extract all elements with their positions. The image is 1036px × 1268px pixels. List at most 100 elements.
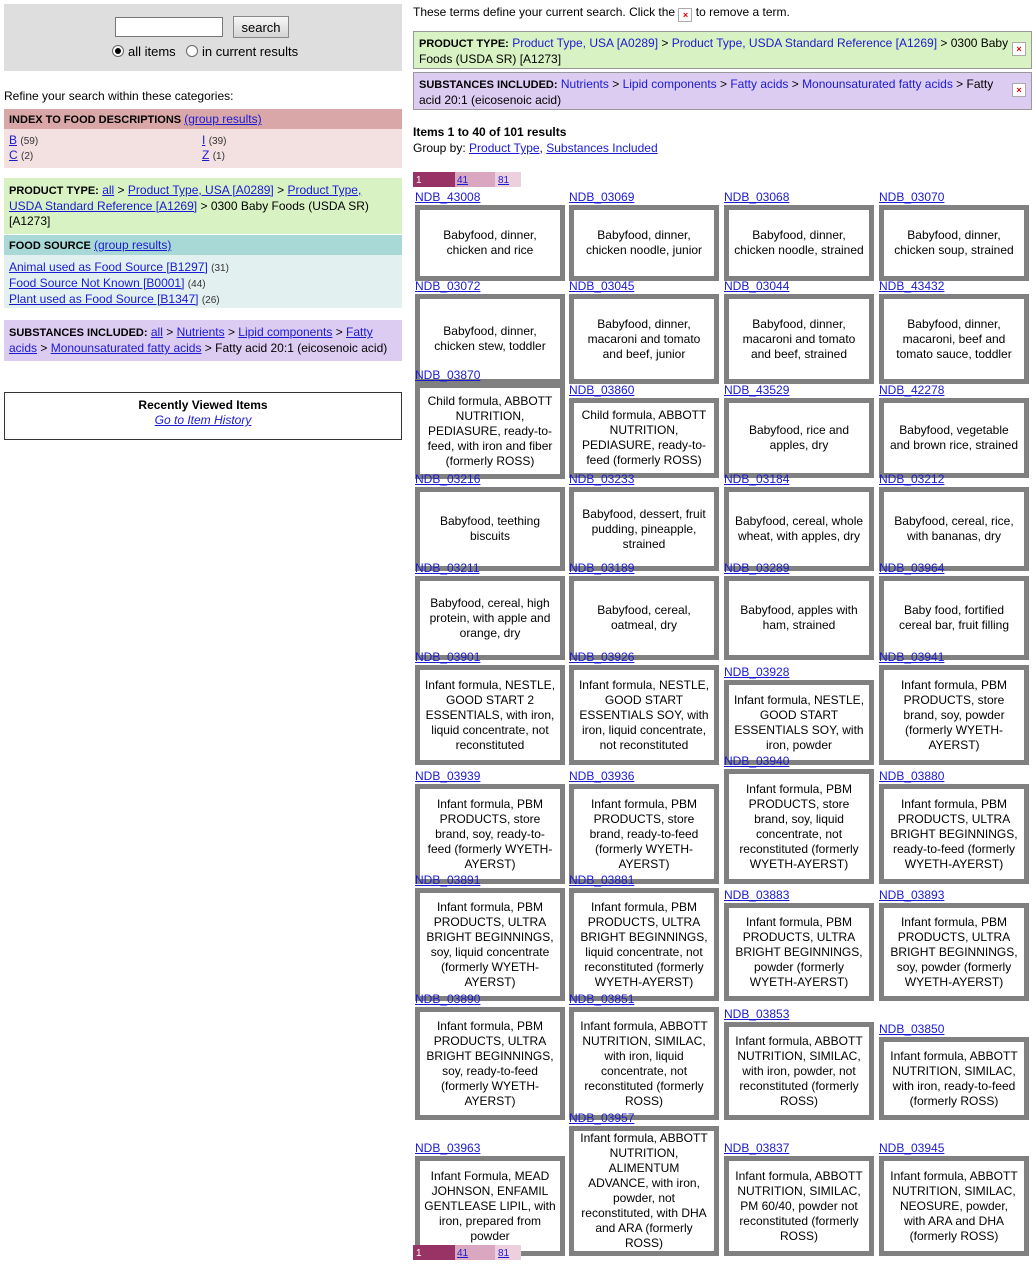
result-item-card[interactable]: Infant formula, PBM PRODUCTS, ULTRA BRIG… bbox=[879, 903, 1029, 1001]
crumb-lipid-link[interactable]: Lipid components bbox=[623, 77, 717, 91]
index-letter-b-link[interactable]: B bbox=[9, 133, 17, 147]
result-item-card[interactable]: Babyfood, dinner, chicken noodle, junior bbox=[569, 205, 719, 281]
crumb-fatty-acids-link[interactable]: Fatty acids bbox=[730, 77, 788, 91]
result-item-card[interactable]: Babyfood, rice and apples, dry bbox=[724, 398, 874, 478]
result-item-id-link[interactable]: NDB_03189 bbox=[569, 561, 720, 576]
result-item-card[interactable]: Babyfood, dinner, macaroni and tomato an… bbox=[724, 294, 874, 384]
index-letter-c-link[interactable]: C bbox=[9, 148, 18, 162]
result-item-card[interactable]: Babyfood, dinner, macaroni and tomato an… bbox=[569, 294, 719, 384]
result-item-card[interactable]: Babyfood, cereal, high protein, with app… bbox=[415, 576, 565, 660]
food-source-group-results-link[interactable]: (group results) bbox=[94, 238, 171, 252]
result-item-card[interactable]: Infant formula, ABBOTT NUTRITION, SIMILA… bbox=[724, 1156, 874, 1256]
result-item-card[interactable]: Babyfood, dinner, chicken and rice bbox=[415, 205, 565, 281]
result-item-id-link[interactable]: NDB_03212 bbox=[879, 472, 1030, 487]
pager-page-41-link[interactable]: 41 bbox=[457, 175, 468, 186]
pager-page-81-link[interactable]: 81 bbox=[498, 1248, 509, 1259]
index-letter-z-link[interactable]: Z bbox=[202, 148, 209, 162]
substances-all-link[interactable]: all bbox=[151, 325, 163, 339]
result-item-card[interactable]: Child formula, ABBOTT NUTRITION, PEDIASU… bbox=[569, 398, 719, 478]
result-item-id-link[interactable]: NDB_03964 bbox=[879, 561, 1030, 576]
substances-lipid-link[interactable]: Lipid components bbox=[238, 325, 332, 339]
product-type-all-link[interactable]: all bbox=[102, 183, 114, 197]
result-item-id-link[interactable]: NDB_03928 bbox=[724, 665, 875, 680]
result-item-card[interactable]: Babyfood, teething biscuits bbox=[415, 487, 565, 571]
result-item-id-link[interactable]: NDB_03853 bbox=[724, 1007, 875, 1022]
result-item-id-link[interactable]: NDB_03880 bbox=[879, 769, 1030, 784]
result-item-card[interactable]: Babyfood, apples with ham, strained bbox=[724, 576, 874, 660]
result-item-id-link[interactable]: NDB_03945 bbox=[879, 1141, 1030, 1156]
result-item-card[interactable]: Infant formula, PBM PRODUCTS, ULTRA BRIG… bbox=[569, 888, 719, 1001]
result-item-id-link[interactable]: NDB_03901 bbox=[415, 650, 566, 665]
result-item-card[interactable]: Infant formula, PBM PRODUCTS, store bran… bbox=[415, 784, 565, 884]
result-item-card[interactable]: Infant formula, PBM PRODUCTS, store bran… bbox=[879, 665, 1029, 765]
result-item-card[interactable]: Infant formula, ABBOTT NUTRITION, SIMILA… bbox=[569, 1007, 719, 1120]
group-by-product-type-link[interactable]: Product Type bbox=[469, 141, 540, 155]
result-item-id-link[interactable]: NDB_03216 bbox=[415, 472, 566, 487]
crumb-product-type-usa-link[interactable]: Product Type, USA [A0289] bbox=[512, 36, 658, 50]
pager-page-link[interactable]: 81 bbox=[495, 1245, 521, 1260]
result-item-card[interactable]: Infant formula, PBM PRODUCTS, store bran… bbox=[724, 769, 874, 884]
result-item-id-link[interactable]: NDB_03184 bbox=[724, 472, 875, 487]
scope-all-items-option[interactable]: all items bbox=[112, 44, 176, 59]
product-type-usa-link[interactable]: Product Type, USA [A0289] bbox=[128, 183, 274, 197]
result-item-id-link[interactable]: NDB_03883 bbox=[724, 888, 875, 903]
result-item-card[interactable]: Infant formula, PBM PRODUCTS, ULTRA BRIG… bbox=[415, 1007, 565, 1120]
result-item-card[interactable]: Infant formula, ABBOTT NUTRITION, SIMILA… bbox=[879, 1037, 1029, 1120]
result-item-id-link[interactable]: NDB_03957 bbox=[569, 1111, 720, 1126]
remove-substances-button[interactable]: × bbox=[1012, 83, 1026, 97]
result-item-card[interactable]: Child formula, ABBOTT NUTRITION, PEDIASU… bbox=[415, 383, 565, 479]
scope-current-results-option[interactable]: in current results bbox=[186, 44, 298, 59]
result-item-id-link[interactable]: NDB_03940 bbox=[724, 754, 875, 769]
search-input[interactable] bbox=[115, 17, 223, 37]
result-item-card[interactable]: Infant formula, NESTLE, GOOD START ESSEN… bbox=[569, 665, 719, 765]
result-item-id-link[interactable]: NDB_03044 bbox=[724, 279, 875, 294]
result-item-card[interactable]: Infant formula, PBM PRODUCTS, ULTRA BRIG… bbox=[415, 888, 565, 1001]
item-history-link[interactable]: Go to Item History bbox=[155, 413, 252, 427]
result-item-id-link[interactable]: NDB_43529 bbox=[724, 383, 875, 398]
result-item-id-link[interactable]: NDB_03939 bbox=[415, 769, 566, 784]
result-item-card[interactable]: Infant formula, PBM PRODUCTS, store bran… bbox=[569, 784, 719, 884]
crumb-nutrients-link[interactable]: Nutrients bbox=[561, 77, 609, 91]
result-item-id-link[interactable]: NDB_03045 bbox=[569, 279, 720, 294]
result-item-id-link[interactable]: NDB_03891 bbox=[415, 873, 566, 888]
food-source-not-known-link[interactable]: Food Source Not Known [B0001] bbox=[9, 276, 184, 290]
result-item-id-link[interactable]: NDB_03068 bbox=[724, 190, 875, 205]
result-item-id-link[interactable]: NDB_03233 bbox=[569, 472, 720, 487]
substances-nutrients-link[interactable]: Nutrients bbox=[177, 325, 225, 339]
crumb-product-type-usda-link[interactable]: Product Type, USDA Standard Reference [A… bbox=[672, 36, 937, 50]
substances-monounsaturated-link[interactable]: Monounsaturated fatty acids bbox=[51, 341, 202, 355]
search-button[interactable]: search bbox=[233, 16, 289, 38]
result-item-card[interactable]: Babyfood, dinner, chicken noodle, strain… bbox=[724, 205, 874, 281]
result-item-card[interactable]: Babyfood, vegetable and brown rice, stra… bbox=[879, 398, 1029, 478]
result-item-id-link[interactable]: NDB_42278 bbox=[879, 383, 1030, 398]
remove-product-type-button[interactable]: × bbox=[1012, 42, 1026, 56]
pager-page-link[interactable]: 41 bbox=[455, 1245, 495, 1260]
result-item-id-link[interactable]: NDB_03941 bbox=[879, 650, 1030, 665]
result-item-card[interactable]: Babyfood, dinner, macaroni, beef and tom… bbox=[879, 294, 1029, 384]
crumb-monounsaturated-link[interactable]: Monounsaturated fatty acids bbox=[802, 77, 953, 91]
result-item-id-link[interactable]: NDB_03069 bbox=[569, 190, 720, 205]
result-item-id-link[interactable]: NDB_03881 bbox=[569, 873, 720, 888]
index-group-results-link[interactable]: (group results) bbox=[184, 112, 261, 126]
pager-page-link[interactable]: 41 bbox=[455, 172, 495, 187]
result-item-id-link[interactable]: NDB_03890 bbox=[415, 992, 566, 1007]
result-item-card[interactable]: Babyfood, cereal, rice, with bananas, dr… bbox=[879, 487, 1029, 571]
radio-selected-icon[interactable] bbox=[112, 45, 124, 57]
result-item-id-link[interactable]: NDB_03926 bbox=[569, 650, 720, 665]
result-item-id-link[interactable]: NDB_03289 bbox=[724, 561, 875, 576]
result-item-card[interactable]: Infant formula, ABBOTT NUTRITION, SIMILA… bbox=[724, 1022, 874, 1120]
result-item-card[interactable]: Babyfood, cereal, oatmeal, dry bbox=[569, 576, 719, 660]
result-item-card[interactable]: Infant formula, ABBOTT NUTRITION, ALIMEN… bbox=[569, 1126, 719, 1256]
result-item-id-link[interactable]: NDB_03936 bbox=[569, 769, 720, 784]
result-item-id-link[interactable]: NDB_03211 bbox=[415, 561, 566, 576]
radio-unselected-icon[interactable] bbox=[186, 45, 198, 57]
result-item-card[interactable]: Babyfood, dessert, fruit pudding, pineap… bbox=[569, 487, 719, 571]
pager-page-link[interactable]: 81 bbox=[495, 172, 521, 187]
result-item-id-link[interactable]: NDB_03072 bbox=[415, 279, 566, 294]
pager-page-41-link[interactable]: 41 bbox=[457, 1248, 468, 1259]
result-item-id-link[interactable]: NDB_03860 bbox=[569, 383, 720, 398]
result-item-id-link[interactable]: NDB_43432 bbox=[879, 279, 1030, 294]
result-item-card[interactable]: Infant formula, PBM PRODUCTS, ULTRA BRIG… bbox=[879, 784, 1029, 884]
group-by-substances-link[interactable]: Substances Included bbox=[546, 141, 657, 155]
result-item-card[interactable]: Infant Formula, MEAD JOHNSON, ENFAMIL GE… bbox=[415, 1156, 565, 1256]
